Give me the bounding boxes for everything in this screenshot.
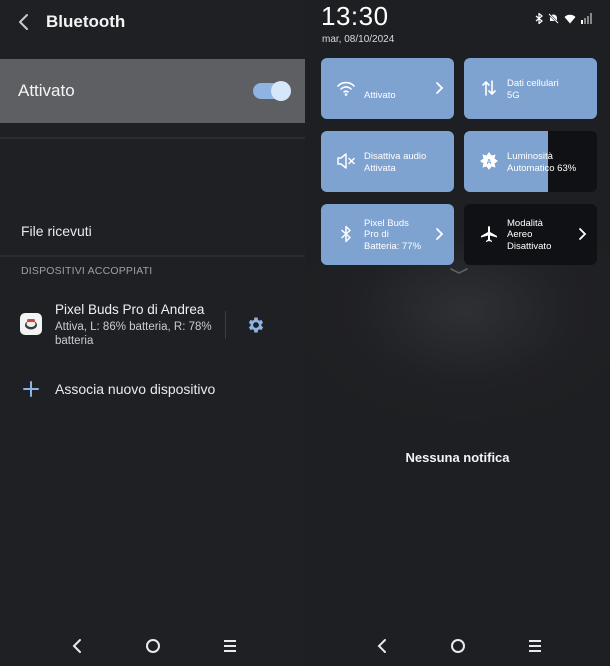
navigation-bar bbox=[0, 626, 305, 666]
back-button[interactable] bbox=[0, 0, 46, 44]
speaker-mute-icon bbox=[335, 150, 357, 172]
nav-back-button[interactable] bbox=[370, 634, 394, 658]
switch-knob bbox=[271, 81, 291, 101]
auto-brightness-icon: A bbox=[478, 150, 500, 172]
bluetooth-settings-screen: Bluetooth Attivato File ricevuti DISPOSI… bbox=[0, 0, 305, 666]
bluetooth-toggle-label: Attivato bbox=[18, 81, 75, 100]
svg-text:A: A bbox=[486, 159, 491, 166]
mute-audio-tile[interactable]: Disattiva audio Attivata bbox=[321, 131, 454, 192]
airplane-tile-line2: Aereo bbox=[507, 229, 533, 240]
expand-handle-icon[interactable] bbox=[450, 268, 468, 274]
brightness-tile[interactable]: A Luminosità Automatico 63% bbox=[464, 131, 597, 192]
clock: 13:30 bbox=[321, 1, 389, 31]
nav-menu-icon bbox=[224, 640, 236, 652]
mobile-data-tile[interactable]: Dati cellulari 5G bbox=[464, 58, 597, 119]
page-title: Bluetooth bbox=[46, 12, 126, 31]
nav-home-button[interactable] bbox=[141, 634, 165, 658]
paired-device-row[interactable]: Pixel Buds Pro di Andrea Attiva, L: 86% … bbox=[0, 298, 305, 356]
device-text: Pixel Buds Pro di Andrea Attiva, L: 86% … bbox=[55, 302, 215, 348]
wifi-tile[interactable]: Attivato bbox=[321, 58, 454, 119]
device-status: Attiva, L: 86% batteria, R: 78% batteria bbox=[55, 321, 212, 347]
divider bbox=[0, 255, 305, 257]
bluetooth-tile-line1: Pixel Buds bbox=[364, 218, 409, 229]
bluetooth-icon bbox=[335, 223, 357, 245]
bluetooth-toggle-row[interactable]: Attivato bbox=[0, 59, 305, 123]
nav-menu-button[interactable] bbox=[523, 634, 547, 658]
bluetooth-status-icon bbox=[535, 13, 543, 24]
nav-home-icon bbox=[146, 639, 160, 653]
bluetooth-tile[interactable]: Pixel Buds Pro di Batteria: 77% bbox=[321, 204, 454, 265]
bluetooth-tile-line2: Pro di bbox=[364, 229, 389, 240]
bluetooth-switch[interactable] bbox=[253, 81, 291, 101]
airplane-tile-line1: Modalità bbox=[507, 218, 543, 229]
received-files-label: File ricevuti bbox=[21, 223, 92, 239]
nav-back-button[interactable] bbox=[65, 634, 89, 658]
nav-back-icon bbox=[72, 639, 81, 653]
brightness-status: Automatico 63% bbox=[507, 163, 577, 174]
wifi-tile-status: Attivato bbox=[364, 90, 396, 101]
back-arrow-icon bbox=[19, 14, 28, 30]
plus-icon bbox=[23, 381, 39, 397]
airplane-mode-tile[interactable]: Modalità Aereo Disattivato bbox=[464, 204, 597, 265]
navigation-bar bbox=[305, 626, 610, 666]
mute-status-icon bbox=[548, 13, 559, 24]
received-files-item[interactable]: File ricevuti bbox=[0, 213, 305, 249]
chevron-right-icon bbox=[436, 82, 444, 94]
mute-audio-status: Attivata bbox=[364, 163, 396, 174]
nav-home-button[interactable] bbox=[446, 634, 470, 658]
device-separator bbox=[225, 311, 226, 339]
device-name: Pixel Buds Pro di Andrea bbox=[55, 302, 205, 317]
bluetooth-tile-battery: Batteria: 77% bbox=[364, 241, 422, 252]
mobile-data-status: 5G bbox=[507, 90, 520, 101]
nav-menu-icon bbox=[529, 640, 541, 652]
mobile-data-title: Dati cellulari bbox=[507, 78, 559, 89]
chevron-right-icon bbox=[436, 228, 444, 240]
nav-home-icon bbox=[451, 639, 465, 653]
pair-new-device-label: Associa nuovo dispositivo bbox=[55, 381, 216, 397]
status-bar-icons bbox=[535, 13, 592, 24]
airplane-icon bbox=[478, 223, 500, 245]
data-transfer-icon bbox=[478, 77, 500, 99]
nav-back-icon bbox=[377, 639, 386, 653]
top-app-bar: Bluetooth bbox=[0, 0, 305, 44]
signal-status-icon bbox=[581, 13, 592, 24]
date: mar, 08/10/2024 bbox=[322, 34, 395, 45]
chevron-right-icon bbox=[579, 228, 587, 240]
gear-icon bbox=[248, 317, 264, 333]
mute-audio-title: Disattiva audio bbox=[364, 151, 427, 162]
wifi-icon bbox=[335, 77, 357, 99]
quick-settings-screen: 13:30 mar, 08/10/2024 Attivato Dati cell… bbox=[305, 0, 610, 666]
wifi-status-icon bbox=[564, 14, 576, 23]
brightness-title: Luminosità bbox=[507, 151, 553, 162]
no-notifications-text: Nessuna notifica bbox=[405, 450, 510, 465]
device-settings-button[interactable] bbox=[244, 313, 268, 337]
pair-new-device-item[interactable]: Associa nuovo dispositivo bbox=[0, 374, 305, 404]
nav-menu-button[interactable] bbox=[218, 634, 242, 658]
earbuds-icon bbox=[20, 313, 42, 335]
paired-devices-header: DISPOSITIVI ACCOPPIATI bbox=[21, 265, 153, 277]
airplane-tile-status: Disattivato bbox=[507, 241, 552, 252]
divider bbox=[0, 137, 305, 139]
